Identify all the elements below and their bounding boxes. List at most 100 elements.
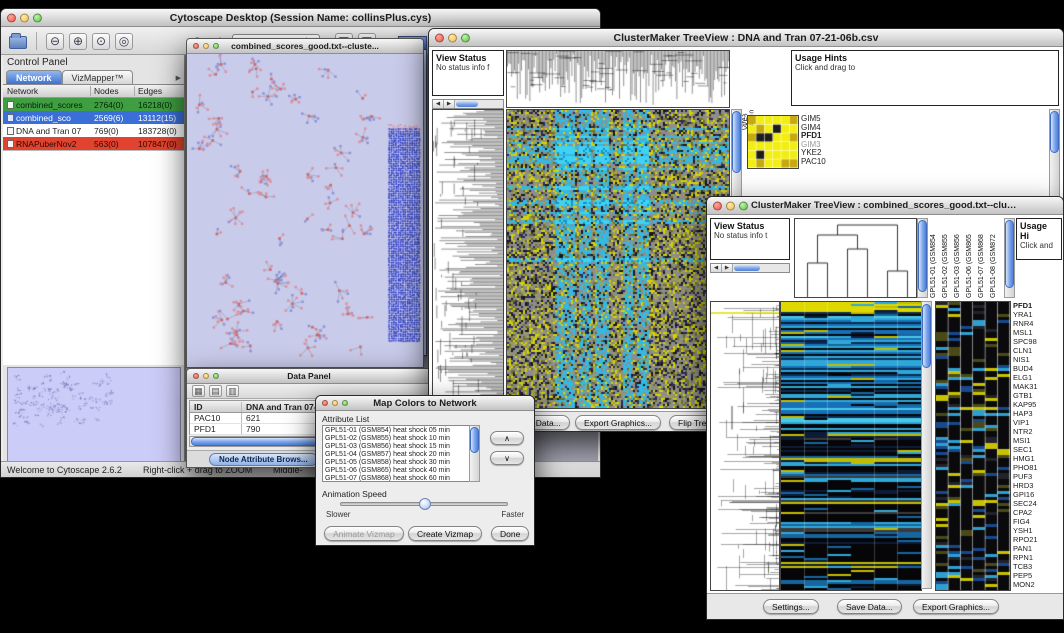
close-button[interactable] <box>713 201 722 210</box>
scrollbar-thumb[interactable] <box>1050 111 1059 153</box>
scrollbar-track[interactable] <box>733 264 789 272</box>
gene-label[interactable]: BUD4 <box>1013 364 1063 373</box>
network-tree-area[interactable] <box>3 150 184 365</box>
mini-horizontal-scrollbar[interactable]: ◀ ▶ <box>710 263 790 273</box>
slider-thumb[interactable] <box>419 498 431 510</box>
gene-label[interactable]: ELG1 <box>1013 373 1063 382</box>
maximize-button[interactable] <box>213 43 219 49</box>
settings-button[interactable]: Settings... <box>763 599 819 614</box>
create-attribute-icon[interactable]: ▤ <box>209 385 222 397</box>
minimize-button[interactable] <box>203 373 209 379</box>
attribute-list-item[interactable]: GPL51-07 (GSM868) heat shock 60 min <box>325 475 477 482</box>
detail-vertical-scrollbar[interactable] <box>1049 109 1060 209</box>
gene-label[interactable]: PHO81 <box>1013 463 1063 472</box>
maximize-button[interactable] <box>213 373 219 379</box>
selection-detail-heatmap[interactable] <box>935 301 1011 591</box>
array-label[interactable]: GPL51-06 (GSM865 <box>966 218 978 298</box>
expression-heatmap[interactable] <box>506 109 730 409</box>
gene-label[interactable]: VIP1 <box>1013 418 1063 427</box>
delete-attribute-icon[interactable]: ▥ <box>226 385 239 397</box>
scroll-right-icon[interactable]: ▶ <box>722 264 733 272</box>
gene-label[interactable]: PAC10 <box>801 158 826 167</box>
gene-label[interactable]: NIS1 <box>1013 355 1063 364</box>
network-list-item[interactable]: DNA and Tran 07 769(0) 183728(0) <box>3 124 184 137</box>
scrollbar-thumb[interactable] <box>732 111 741 173</box>
gene-label[interactable]: MON2 <box>1013 580 1063 589</box>
gene-label[interactable]: KAP95 <box>1013 400 1063 409</box>
network-list-item[interactable]: combined_scores 2764(0) 16218(0) <box>3 98 184 111</box>
gene-label[interactable]: PAN1 <box>1013 544 1063 553</box>
gene-label[interactable]: YRA1 <box>1013 310 1063 319</box>
scrollbar-thumb[interactable] <box>922 304 931 368</box>
gene-label[interactable]: RPN1 <box>1013 553 1063 562</box>
array-label[interactable]: GPL51-03 (GSM856 <box>954 218 966 298</box>
vertical-scrollbar[interactable] <box>921 301 932 589</box>
treeview-dna-titlebar[interactable]: ClusterMaker TreeView : DNA and Tran 07-… <box>429 29 1063 47</box>
zoom-fit-icon[interactable]: ⊙ <box>92 33 110 50</box>
attribute-list-item[interactable]: GPL51-02 (GSM855) heat shock 10 min <box>325 435 477 443</box>
minimize-button[interactable] <box>20 13 29 22</box>
network-canvas[interactable] <box>187 54 423 367</box>
scrollbar-thumb[interactable] <box>456 101 478 107</box>
row-dendrogram[interactable] <box>710 301 780 591</box>
gene-label[interactable]: TCB3 <box>1013 562 1063 571</box>
network-list-item-selected[interactable]: combined_sco 2569(6) 13112(15) <box>3 111 184 124</box>
label-scrollbar-left[interactable] <box>917 218 928 298</box>
label-scrollbar-right[interactable] <box>1004 218 1015 298</box>
create-vizmap-button[interactable]: Create Vizmap <box>408 526 482 541</box>
close-button[interactable] <box>193 373 199 379</box>
gene-label[interactable]: RPO21 <box>1013 535 1063 544</box>
mini-horizontal-scrollbar[interactable]: ◀ ▶ <box>432 99 504 109</box>
treeview-combined-titlebar[interactable]: ClusterMaker TreeView : combined_scores_… <box>707 197 1063 215</box>
animation-speed-slider[interactable] <box>340 502 508 506</box>
attribute-list-item[interactable]: GPL51-05 (GSM858) heat shock 30 min <box>325 459 477 467</box>
gene-label[interactable]: HRD3 <box>1013 481 1063 490</box>
animate-vizmap-button[interactable]: Animate Vizmap <box>324 526 404 541</box>
tab-network[interactable]: Network <box>6 70 62 84</box>
gene-label[interactable]: CPA2 <box>1013 508 1063 517</box>
column-dendrogram[interactable] <box>506 50 730 108</box>
column-edges[interactable]: Edges <box>135 86 184 96</box>
gene-label[interactable]: RNR4 <box>1013 319 1063 328</box>
export-graphics-button[interactable]: Export Graphics... <box>575 415 661 430</box>
move-up-button[interactable]: ∧ <box>490 431 524 445</box>
zoom-selected-icon[interactable]: ◎ <box>115 33 133 50</box>
scrollbar-thumb[interactable] <box>470 427 479 453</box>
column-dendrogram[interactable] <box>794 218 917 298</box>
scrollbar-track[interactable] <box>455 100 503 108</box>
minimize-button[interactable] <box>203 43 209 49</box>
attribute-list-scrollbar[interactable] <box>469 425 480 482</box>
expression-heatmap[interactable] <box>780 301 922 591</box>
main-titlebar[interactable]: Cytoscape Desktop (Session Name: collins… <box>1 9 600 27</box>
save-data-button[interactable]: Save Data... <box>837 599 902 614</box>
close-button[interactable] <box>7 13 16 22</box>
gene-label[interactable]: PFD1 <box>1013 301 1063 310</box>
network-view-titlebar[interactable]: combined_scores_good.txt--cluste... <box>187 39 423 54</box>
network-list-item[interactable]: RNAPuberNov2 563(0) 107847(0) <box>3 137 184 150</box>
gene-label[interactable]: HMG1 <box>1013 454 1063 463</box>
column-nodes[interactable]: Nodes <box>91 86 135 96</box>
close-button[interactable] <box>193 43 199 49</box>
array-label[interactable]: GPL51-08 (GSM872 <box>990 218 1002 298</box>
data-panel-titlebar[interactable]: Data Panel <box>187 369 431 384</box>
gene-label[interactable]: GTB1 <box>1013 391 1063 400</box>
gene-label[interactable]: FIG4 <box>1013 517 1063 526</box>
open-session-icon[interactable] <box>9 36 27 49</box>
close-button[interactable] <box>435 33 444 42</box>
done-button[interactable]: Done <box>491 526 529 541</box>
maximize-button[interactable] <box>342 400 348 406</box>
move-down-button[interactable]: ∨ <box>490 451 524 465</box>
row-dendrogram[interactable] <box>432 109 504 409</box>
attribute-list-item[interactable]: GPL51-04 (GSM857) heat shock 20 min <box>325 451 477 459</box>
array-label[interactable]: GPL51-07 (GSM868 <box>978 218 990 298</box>
attribute-list-item[interactable]: GPL51-03 (GSM856) heat shock 15 min <box>325 443 477 451</box>
select-attributes-icon[interactable]: ▦ <box>192 385 205 397</box>
zoom-in-icon[interactable]: ⊕ <box>69 33 87 50</box>
gene-label[interactable]: SEC1 <box>1013 445 1063 454</box>
attribute-list-item[interactable]: GPL51-01 (GSM854) heat shock 05 min <box>325 427 477 435</box>
gene-label[interactable]: SEC24 <box>1013 499 1063 508</box>
export-graphics-button[interactable]: Export Graphics... <box>913 599 999 614</box>
gene-label[interactable]: MSL1 <box>1013 328 1063 337</box>
scroll-right-icon[interactable]: ▶ <box>444 100 455 108</box>
gene-label[interactable]: PUF3 <box>1013 472 1063 481</box>
